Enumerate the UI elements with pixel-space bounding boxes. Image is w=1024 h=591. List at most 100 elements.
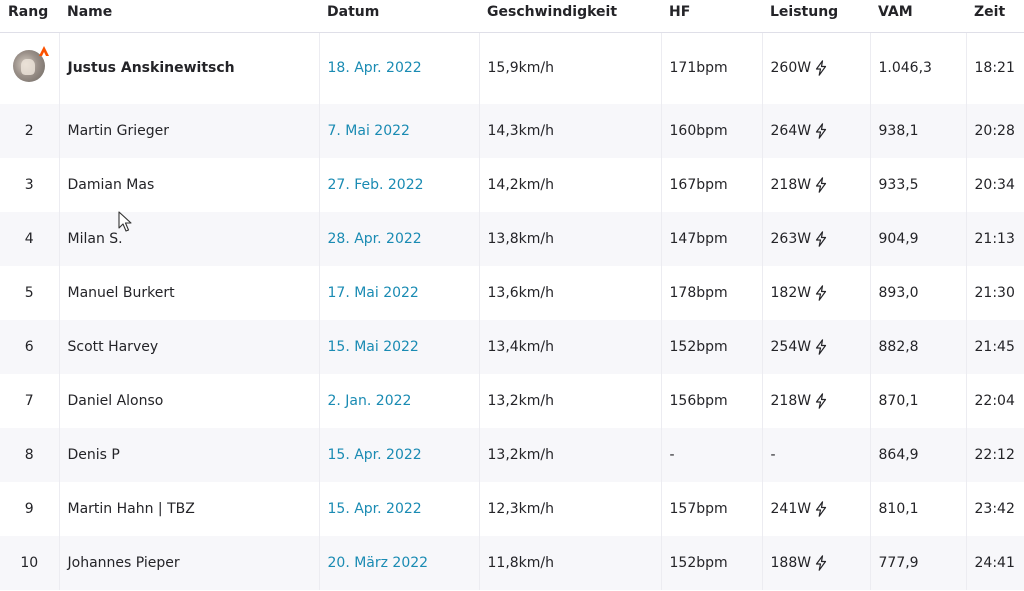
header-date[interactable]: Datum bbox=[319, 0, 479, 33]
activity-date-link[interactable]: 7. Mai 2022 bbox=[328, 123, 410, 139]
heart-rate-cell: 171bpm bbox=[661, 32, 763, 104]
speed-cell: 13,2km/h bbox=[479, 374, 662, 428]
header-time[interactable]: Zeit bbox=[966, 0, 1024, 33]
power-cell: 218W bbox=[762, 158, 871, 212]
date-cell: 15. Mai 2022 bbox=[319, 320, 480, 374]
table-row: 10 Johannes Pieper 20. März 2022 11,8km/h 15… bbox=[0, 536, 1024, 590]
leaderboard-header: Rang Name Datum Geschwindigkeit HF Leist… bbox=[0, 0, 1024, 33]
rank-cell: 7 bbox=[0, 374, 60, 428]
vam-cell: 1.046,3 bbox=[870, 32, 967, 104]
date-cell: 2. Jan. 2022 bbox=[319, 374, 480, 428]
lightning-bolt-icon bbox=[815, 555, 827, 571]
power-cell: 218W bbox=[762, 374, 871, 428]
header-rank[interactable]: Rang bbox=[0, 0, 59, 33]
time-cell: 23:42 bbox=[974, 501, 1015, 517]
table-row: 6 Scott Harvey 15. Mai 2022 13,4km/h 152bpm 2… bbox=[0, 320, 1024, 374]
speed-cell: 14,2km/h bbox=[479, 158, 662, 212]
athlete-name-link[interactable]: Martin Grieger bbox=[59, 104, 320, 158]
athlete-name-link[interactable]: Milan S. bbox=[59, 212, 320, 266]
table-row: 3 Damian Mas 27. Feb. 2022 14,2km/h 167bpm 21… bbox=[0, 158, 1024, 212]
avatar[interactable] bbox=[13, 46, 50, 83]
header-power[interactable]: Leistung bbox=[762, 0, 870, 33]
leaderboard-table: Rang Name Datum Geschwindigkeit HF Leist… bbox=[0, 0, 1024, 590]
rank-cell: 2 bbox=[0, 104, 60, 158]
time-cell: 20:34 bbox=[974, 177, 1015, 193]
vam-cell: 904,9 bbox=[870, 212, 967, 266]
power-cell: 241W bbox=[762, 482, 871, 536]
heart-rate-cell: 152bpm bbox=[661, 536, 763, 590]
power-value: 218W bbox=[770, 177, 812, 193]
rank-cell: 5 bbox=[0, 266, 60, 320]
power-cell: 263W bbox=[762, 212, 871, 266]
header-vam[interactable]: VAM bbox=[870, 0, 966, 33]
athlete-name-link[interactable]: Denis P bbox=[59, 428, 320, 482]
power-cell: 182W bbox=[762, 266, 871, 320]
time-cell: 22:04 bbox=[974, 393, 1015, 409]
rank-cell: 9 bbox=[0, 482, 60, 536]
athlete-name-link[interactable]: Manuel Burkert bbox=[59, 266, 320, 320]
vam-cell: 870,1 bbox=[870, 374, 967, 428]
leaderboard-body: Justus Anskinewitsch 18. Apr. 2022 15,9km/… bbox=[0, 32, 1024, 590]
activity-date-link[interactable]: 15. Mai 2022 bbox=[328, 339, 419, 355]
heart-rate-cell: 156bpm bbox=[661, 374, 763, 428]
heart-rate-cell: - bbox=[661, 428, 763, 482]
activity-date-link[interactable]: 15. Apr. 2022 bbox=[328, 447, 422, 463]
speed-cell: 11,8km/h bbox=[479, 536, 662, 590]
table-row: 7 Daniel Alonso 2. Jan. 2022 13,2km/h 156bpm… bbox=[0, 374, 1024, 428]
lightning-bolt-icon bbox=[815, 501, 827, 517]
activity-date-link[interactable]: 20. März 2022 bbox=[328, 555, 429, 571]
lightning-bolt-icon bbox=[815, 177, 827, 193]
athlete-name-link[interactable]: Johannes Pieper bbox=[59, 536, 320, 590]
date-cell: 15. Apr. 2022 bbox=[319, 428, 480, 482]
activity-date-link[interactable]: 15. Apr. 2022 bbox=[328, 501, 422, 517]
header-speed[interactable]: Geschwindigkeit bbox=[479, 0, 661, 33]
header-row: Rang Name Datum Geschwindigkeit HF Leist… bbox=[0, 0, 1024, 33]
heart-rate-cell: 160bpm bbox=[661, 104, 763, 158]
vam-cell: 777,9 bbox=[870, 536, 967, 590]
date-cell: 28. Apr. 2022 bbox=[319, 212, 480, 266]
vam-cell: 893,0 bbox=[870, 266, 967, 320]
power-cell: 254W bbox=[762, 320, 871, 374]
power-cell: 264W bbox=[762, 104, 871, 158]
power-value: 241W bbox=[770, 501, 812, 517]
activity-date-link[interactable]: 2. Jan. 2022 bbox=[328, 393, 412, 409]
athlete-name-link[interactable]: Scott Harvey bbox=[59, 320, 320, 374]
heart-rate-cell: 152bpm bbox=[661, 320, 763, 374]
rank-cell: 10 bbox=[0, 536, 60, 590]
time-cell: 21:13 bbox=[974, 231, 1015, 247]
power-value: 254W bbox=[770, 339, 812, 355]
speed-cell: 12,3km/h bbox=[479, 482, 662, 536]
athlete-name-link[interactable]: Damian Mas bbox=[59, 158, 320, 212]
speed-cell: 14,3km/h bbox=[479, 104, 662, 158]
power-value: 188W bbox=[770, 555, 812, 571]
power-value: 218W bbox=[770, 393, 812, 409]
date-cell: 17. Mai 2022 bbox=[319, 266, 480, 320]
table-row: 5 Manuel Burkert 17. Mai 2022 13,6km/h 178bp… bbox=[0, 266, 1024, 320]
activity-date-link[interactable]: 18. Apr. 2022 bbox=[328, 60, 422, 76]
activity-date-link[interactable]: 28. Apr. 2022 bbox=[328, 231, 422, 247]
date-cell: 18. Apr. 2022 bbox=[319, 32, 480, 104]
table-row: 8 Denis P 15. Apr. 2022 13,2km/h - -864,9 22:1… bbox=[0, 428, 1024, 482]
speed-cell: 13,2km/h bbox=[479, 428, 662, 482]
rank-cell: 3 bbox=[0, 158, 60, 212]
heart-rate-cell: 157bpm bbox=[661, 482, 763, 536]
activity-date-link[interactable]: 27. Feb. 2022 bbox=[328, 177, 424, 193]
date-cell: 7. Mai 2022 bbox=[319, 104, 480, 158]
time-cell: 24:41 bbox=[974, 555, 1015, 571]
lightning-bolt-icon bbox=[815, 393, 827, 409]
power-value: 263W bbox=[770, 231, 812, 247]
time-cell: 18:21 bbox=[974, 60, 1015, 77]
table-row: Justus Anskinewitsch 18. Apr. 2022 15,9km/… bbox=[0, 32, 1024, 104]
time-cell: 20:28 bbox=[974, 123, 1015, 139]
header-hr[interactable]: HF bbox=[661, 0, 762, 33]
athlete-name-link[interactable]: Justus Anskinewitsch bbox=[59, 32, 320, 104]
speed-cell: 13,8km/h bbox=[479, 212, 662, 266]
orange-chevron-badge-icon bbox=[39, 46, 50, 57]
header-name[interactable]: Name bbox=[59, 0, 319, 33]
athlete-name-link[interactable]: Martin Hahn | TBZ bbox=[59, 482, 320, 536]
rank-cell: 6 bbox=[0, 320, 60, 374]
time-cell: 21:45 bbox=[974, 339, 1015, 355]
athlete-name-link[interactable]: Daniel Alonso bbox=[59, 374, 320, 428]
rank-cell: 8 bbox=[0, 428, 60, 482]
activity-date-link[interactable]: 17. Mai 2022 bbox=[328, 285, 419, 301]
